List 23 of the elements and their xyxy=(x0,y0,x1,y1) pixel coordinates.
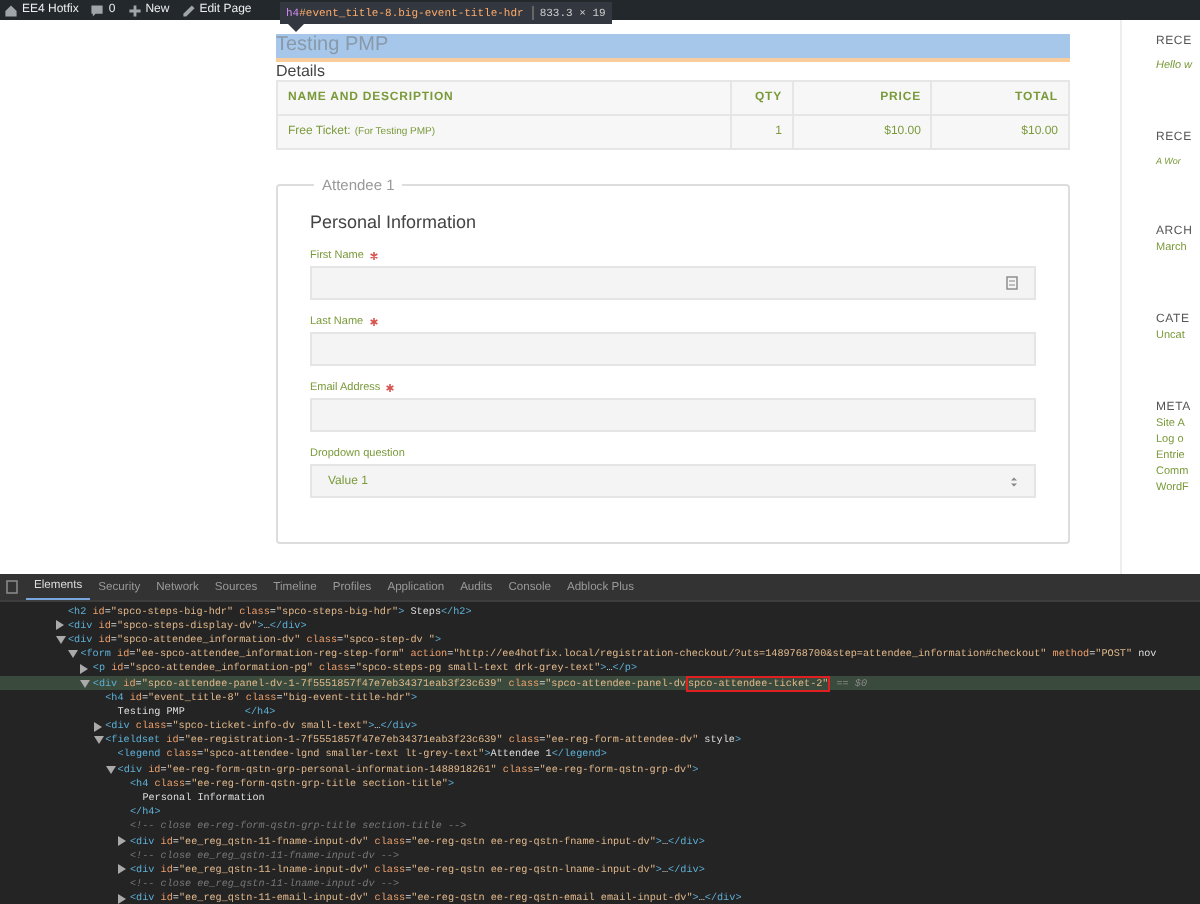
pencil-icon xyxy=(181,3,196,17)
expand-arrow-icon[interactable] xyxy=(80,663,89,674)
input-field[interactable] xyxy=(310,266,1036,300)
event-title: Testing PMP xyxy=(276,34,1070,62)
section-title: Personal Information xyxy=(310,212,479,232)
home-icon xyxy=(4,3,18,17)
updown-arrow-icon xyxy=(1010,475,1018,487)
expand-arrow-icon[interactable] xyxy=(93,721,102,732)
input-field[interactable] xyxy=(310,332,1036,366)
collapse-arrow-icon[interactable] xyxy=(80,679,91,688)
collapse-arrow-icon[interactable] xyxy=(105,765,116,774)
device-toolbar-icon[interactable] xyxy=(6,580,18,594)
comment-icon xyxy=(90,3,105,17)
plus-icon xyxy=(127,3,142,17)
collapse-arrow-icon[interactable] xyxy=(93,736,104,745)
input-field[interactable] xyxy=(310,398,1036,432)
details-heading: Details xyxy=(276,62,327,80)
collapse-arrow-icon[interactable] xyxy=(68,650,79,659)
expand-arrow-icon[interactable] xyxy=(118,864,126,875)
expand-arrow-icon[interactable] xyxy=(118,893,126,904)
expand-arrow-icon[interactable] xyxy=(118,836,126,847)
collapse-arrow-icon[interactable] xyxy=(56,635,66,644)
expand-arrow-icon[interactable] xyxy=(56,620,64,631)
